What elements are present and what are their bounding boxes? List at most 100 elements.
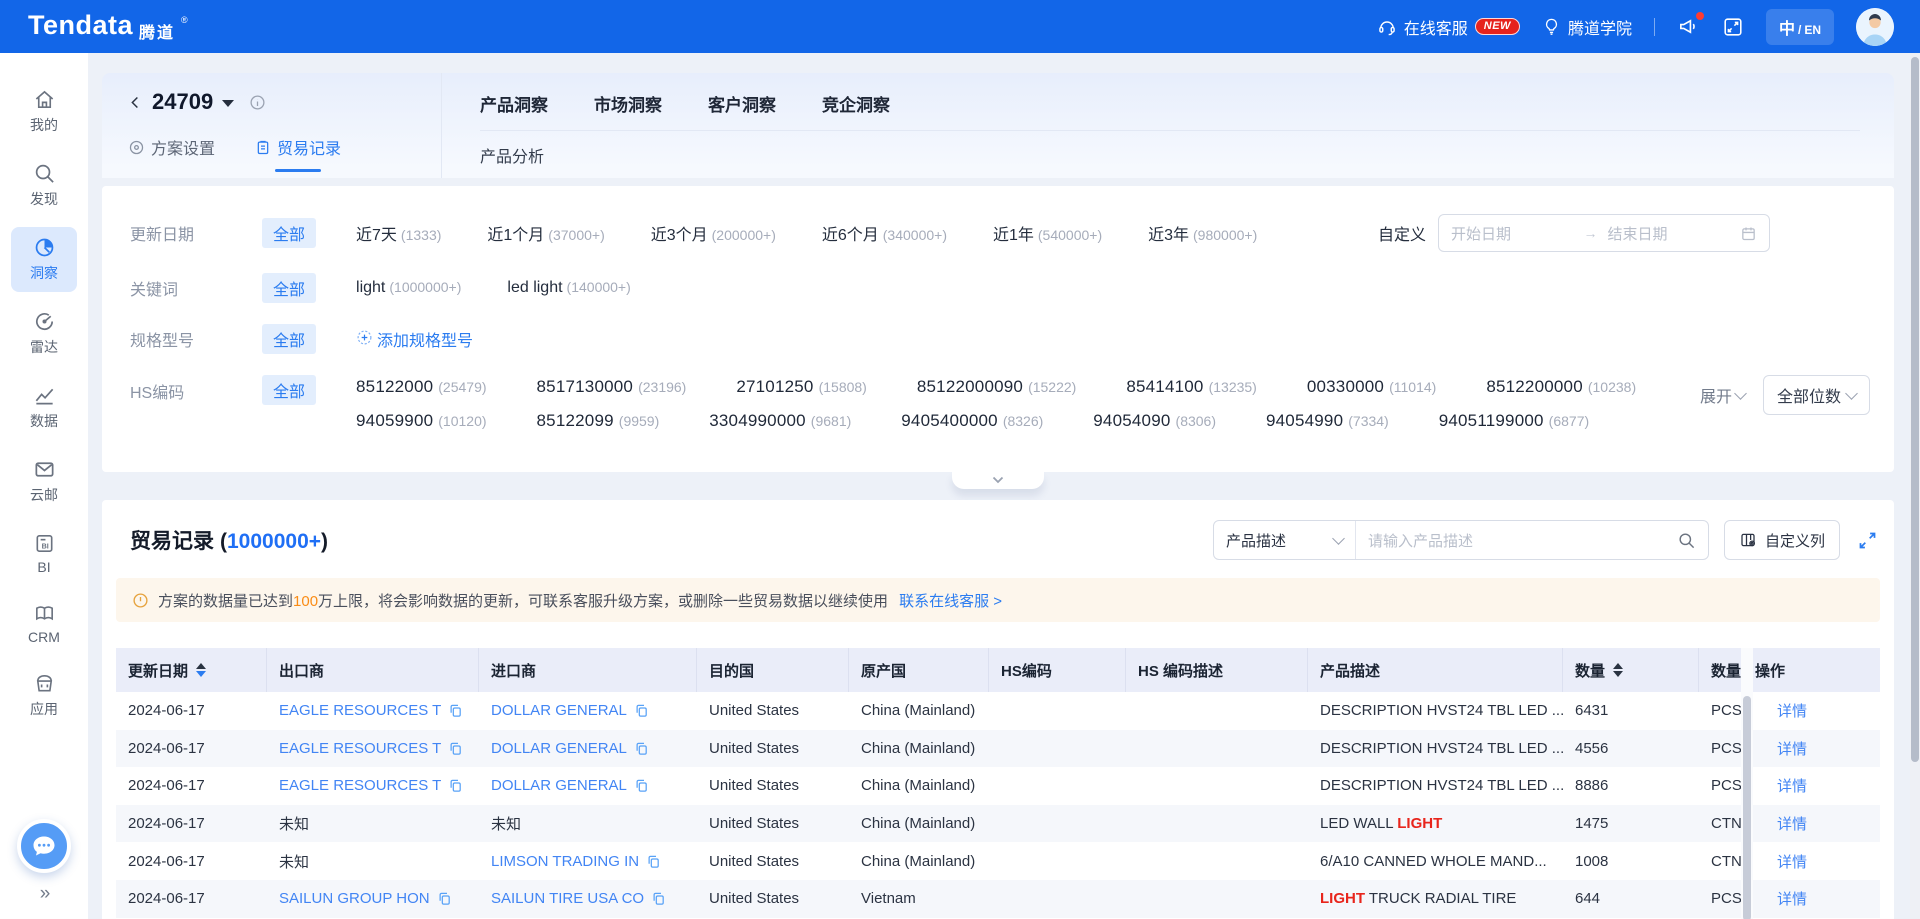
- spec-all-chip[interactable]: 全部: [262, 324, 316, 354]
- detail-link[interactable]: 详情: [1777, 738, 1807, 759]
- sidebar-item-apps[interactable]: 应用: [11, 663, 77, 728]
- table-scrollbar-thumb[interactable]: [1743, 696, 1751, 919]
- copy-icon[interactable]: [634, 741, 649, 756]
- sidebar-item-discover[interactable]: 发现: [11, 153, 77, 218]
- column-header-exporter[interactable]: 出口商: [267, 648, 479, 692]
- hs-code-option[interactable]: 27101250(15808): [736, 377, 867, 397]
- update-date-all-chip[interactable]: 全部: [262, 218, 316, 248]
- fullscreen-icon[interactable]: [1722, 16, 1744, 38]
- tab-plan-settings[interactable]: 方案设置: [128, 135, 215, 159]
- language-toggle[interactable]: 中 / EN: [1766, 9, 1834, 45]
- hs-code-option[interactable]: 85414100(13235): [1126, 377, 1257, 397]
- copy-icon[interactable]: [448, 778, 463, 793]
- column-header-hs-code[interactable]: HS编码: [989, 648, 1126, 692]
- keyword-option[interactable]: led light(140000+): [507, 279, 630, 297]
- filter-collapse-tab[interactable]: [952, 471, 1044, 489]
- column-header-product-desc[interactable]: 产品描述: [1308, 648, 1563, 692]
- importer-link[interactable]: LIMSON TRADING IN: [491, 853, 639, 870]
- back-icon[interactable]: [128, 95, 143, 110]
- hs-code-option[interactable]: 00330000(11014): [1307, 377, 1436, 397]
- column-header-quantity[interactable]: 数量: [1563, 648, 1699, 692]
- sidebar-item-radar[interactable]: 雷达: [11, 301, 77, 366]
- hs-code-option[interactable]: 85122000(25479): [356, 377, 487, 397]
- sidebar-collapse-toggle[interactable]: »: [40, 883, 49, 905]
- detail-link[interactable]: 详情: [1777, 888, 1807, 909]
- hs-code-option[interactable]: 3304990000(9681): [709, 411, 851, 431]
- copy-icon[interactable]: [448, 741, 463, 756]
- importer-link[interactable]: SAILUN TIRE USA CO: [491, 890, 644, 907]
- sort-toggle-update-date[interactable]: [196, 663, 206, 677]
- importer-link[interactable]: DOLLAR GENERAL: [491, 777, 627, 794]
- update-date-option[interactable]: 近3年(980000+): [1148, 221, 1257, 245]
- column-header-importer[interactable]: 进口商: [479, 648, 697, 692]
- hs-code-option[interactable]: 94054090(8306): [1093, 411, 1216, 431]
- table-vertical-scrollbar[interactable]: [1741, 648, 1753, 919]
- hs-code-option[interactable]: 8512200000(10238): [1486, 377, 1636, 397]
- sidebar-item-insight[interactable]: 洞察: [11, 227, 77, 292]
- update-date-option[interactable]: 近1年(540000+): [993, 221, 1102, 245]
- update-date-option[interactable]: 近1个月(37000+): [487, 221, 604, 245]
- contact-service-link[interactable]: 联系在线客服 >: [899, 590, 1002, 611]
- copy-icon[interactable]: [646, 854, 661, 869]
- importer-link[interactable]: DOLLAR GENERAL: [491, 740, 627, 757]
- column-header-hs-desc[interactable]: HS 编码描述: [1126, 648, 1308, 692]
- sort-toggle-quantity[interactable]: [1613, 663, 1623, 677]
- exporter-link[interactable]: EAGLE RESOURCES T: [279, 777, 441, 794]
- column-header-destination[interactable]: 目的国: [697, 648, 849, 692]
- sidebar-item-mail[interactable]: 云邮: [11, 449, 77, 514]
- update-date-option[interactable]: 近3个月(200000+): [651, 221, 776, 245]
- search-icon[interactable]: [1677, 531, 1696, 550]
- column-header-action[interactable]: 操作: [1743, 648, 1880, 692]
- keywords-all-chip[interactable]: 全部: [262, 273, 316, 303]
- exporter-link[interactable]: EAGLE RESOURCES T: [279, 702, 441, 719]
- column-header-origin[interactable]: 原产国: [849, 648, 989, 692]
- date-range-picker[interactable]: 开始日期 → 结束日期: [1438, 214, 1770, 252]
- table-fullscreen-icon[interactable]: [1857, 530, 1878, 551]
- chat-fab[interactable]: [17, 819, 71, 873]
- plan-dropdown-caret[interactable]: [222, 100, 234, 107]
- tab-market-insight[interactable]: 市场洞察: [594, 91, 662, 116]
- tendata-logo[interactable]: Tendata 腾道 ®: [28, 10, 188, 43]
- tab-customer-insight[interactable]: 客户洞察: [708, 91, 776, 116]
- custom-date-label[interactable]: 自定义: [1378, 221, 1426, 245]
- tab-competitor-insight[interactable]: 竞企洞察: [822, 91, 890, 116]
- hs-code-option[interactable]: 85122000090(15222): [917, 377, 1076, 397]
- page-scrollbar[interactable]: [1910, 53, 1920, 919]
- hs-code-option[interactable]: 8517130000(23196): [537, 377, 687, 397]
- importer-link[interactable]: DOLLAR GENERAL: [491, 702, 627, 719]
- user-avatar[interactable]: [1856, 8, 1894, 46]
- tab-product-insight[interactable]: 产品洞察: [480, 91, 548, 116]
- info-icon[interactable]: [249, 94, 266, 111]
- copy-icon[interactable]: [437, 891, 452, 906]
- detail-link[interactable]: 详情: [1777, 700, 1807, 721]
- sidebar-item-home[interactable]: 我的: [11, 79, 77, 144]
- detail-link[interactable]: 详情: [1777, 813, 1807, 834]
- exporter-link[interactable]: EAGLE RESOURCES T: [279, 740, 441, 757]
- sidebar-item-data[interactable]: 数据: [11, 375, 77, 440]
- end-date-input[interactable]: 结束日期: [1608, 223, 1731, 244]
- update-date-option[interactable]: 近6个月(340000+): [822, 221, 947, 245]
- sidebar-item-crm[interactable]: CRM: [11, 593, 77, 654]
- plan-id[interactable]: 24709: [152, 89, 213, 115]
- online-service-button[interactable]: 在线客服 NEW: [1377, 15, 1520, 39]
- add-spec-button[interactable]: 添加规格型号: [356, 327, 473, 351]
- column-header-unit[interactable]: 数量单位: [1699, 648, 1743, 692]
- page-scrollbar-thumb[interactable]: [1911, 57, 1919, 762]
- tab-product-analysis[interactable]: 产品分析: [480, 143, 544, 167]
- hs-code-option[interactable]: 94054990(7334): [1266, 411, 1389, 431]
- copy-icon[interactable]: [634, 778, 649, 793]
- hs-code-option[interactable]: 9405400000(8326): [901, 411, 1043, 431]
- detail-link[interactable]: 详情: [1777, 775, 1807, 796]
- custom-columns-button[interactable]: 自定义列: [1724, 520, 1840, 560]
- copy-icon[interactable]: [651, 891, 666, 906]
- start-date-input[interactable]: 开始日期: [1451, 223, 1574, 244]
- hs-code-option[interactable]: 94059900(10120): [356, 411, 487, 431]
- sidebar-item-bi[interactable]: BIBI: [11, 523, 77, 584]
- copy-icon[interactable]: [448, 703, 463, 718]
- keyword-option[interactable]: light(1000000+): [356, 279, 461, 297]
- update-date-option[interactable]: 近7天(1333): [356, 221, 441, 245]
- detail-link[interactable]: 详情: [1777, 851, 1807, 872]
- academy-button[interactable]: 腾道学院: [1542, 15, 1632, 39]
- column-header-update-date[interactable]: 更新日期: [116, 648, 267, 692]
- exporter-link[interactable]: SAILUN GROUP HON: [279, 890, 430, 907]
